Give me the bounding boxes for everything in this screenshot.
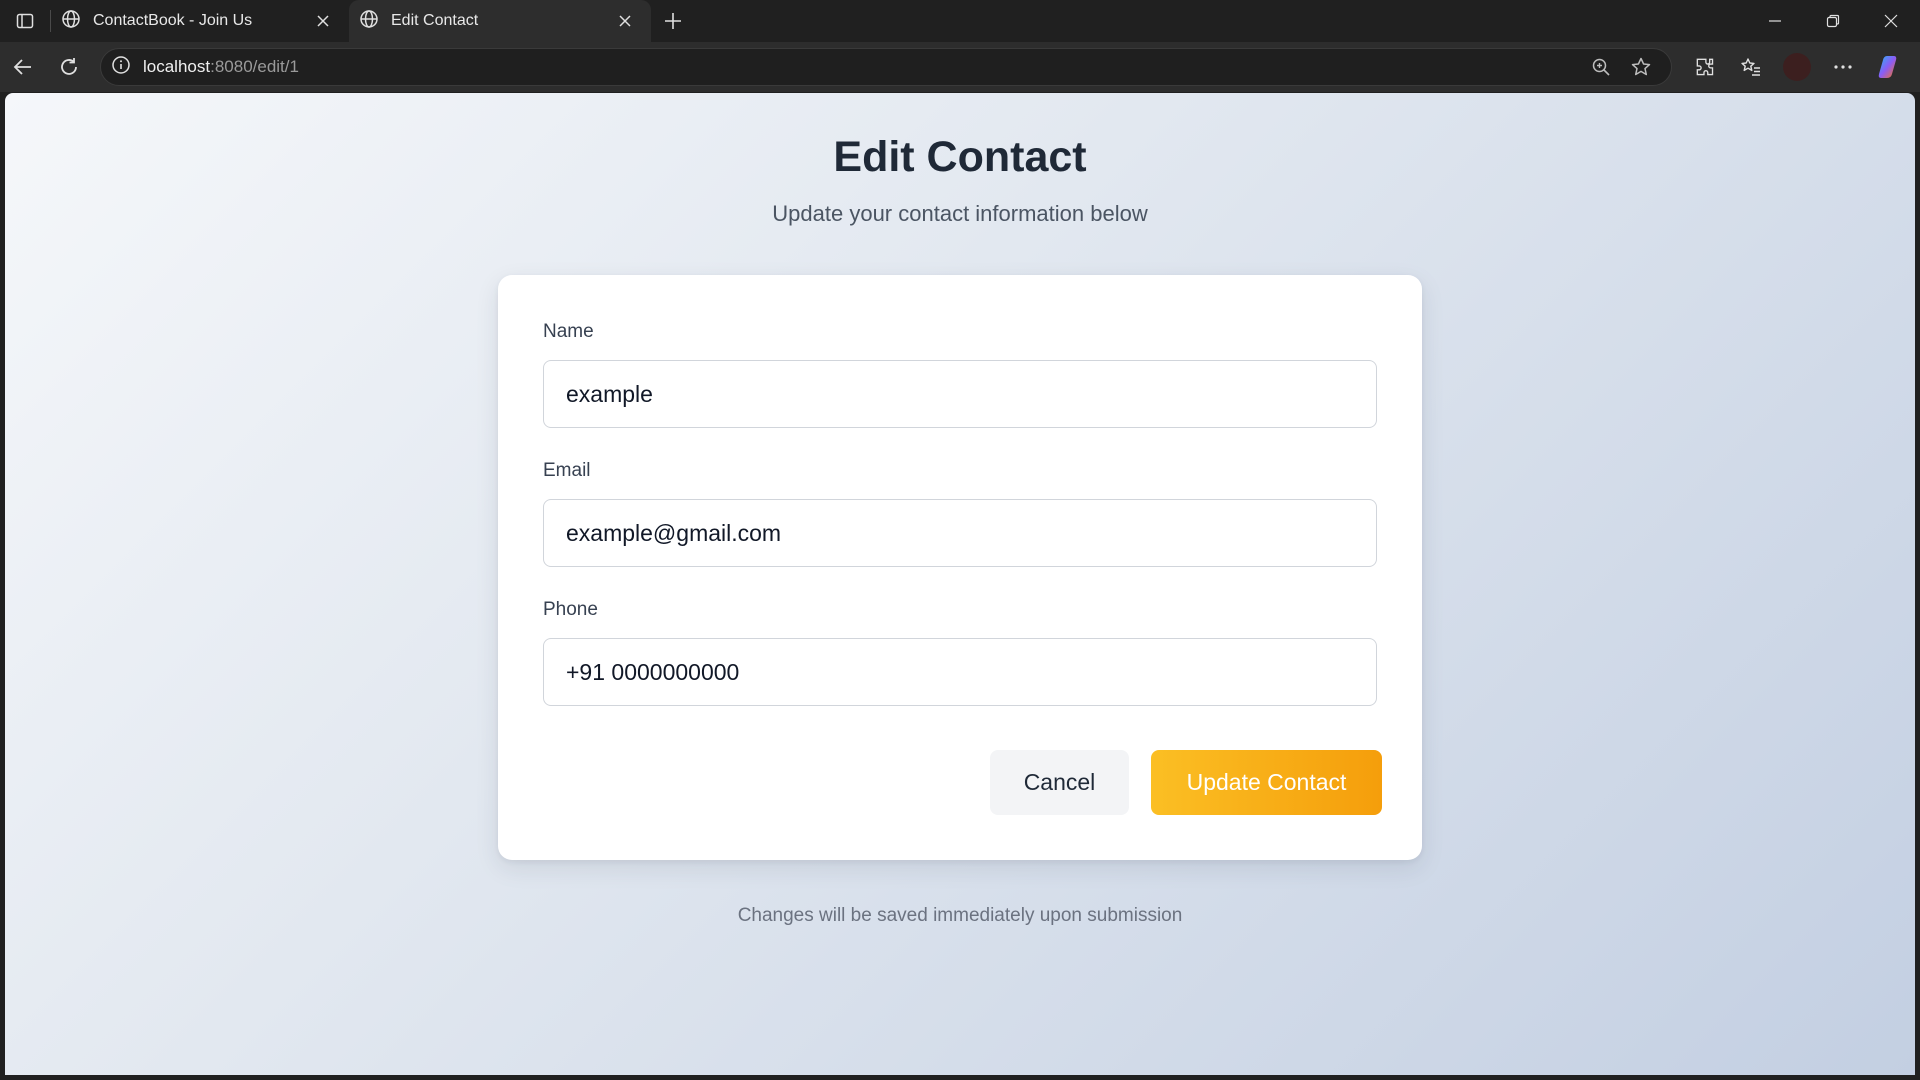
url-text: localhost:8080/edit/1 <box>143 57 1581 77</box>
page-title: Edit Contact <box>833 133 1087 181</box>
extensions-icon[interactable] <box>1682 47 1728 87</box>
phone-label: Phone <box>543 599 598 620</box>
profile-avatar[interactable] <box>1774 47 1820 87</box>
name-input[interactable] <box>543 360 1377 428</box>
favorite-star-icon[interactable] <box>1621 50 1661 84</box>
update-contact-button[interactable]: Update Contact <box>1151 750 1382 815</box>
page-viewport: Edit Contact Update your contact informa… <box>5 93 1915 1075</box>
address-bar[interactable]: localhost:8080/edit/1 <box>100 48 1672 86</box>
avatar <box>1783 53 1811 81</box>
tab-bar: ContactBook - Join Us Edit Contact <box>0 0 1920 42</box>
favorites-icon[interactable] <box>1728 47 1774 87</box>
new-tab-icon[interactable] <box>651 0 695 42</box>
tab-title: ContactBook - Join Us <box>93 12 253 29</box>
email-label: Email <box>543 460 591 481</box>
sidebar-toggle-icon[interactable] <box>0 0 50 42</box>
close-icon[interactable] <box>613 9 637 33</box>
close-icon[interactable] <box>311 9 335 33</box>
footer-note: Changes will be saved immediately upon s… <box>737 905 1183 926</box>
zoom-icon[interactable] <box>1581 50 1621 84</box>
back-icon[interactable] <box>0 47 46 87</box>
edit-contact-form: Name Email Phone Cancel Update Contact <box>498 275 1422 860</box>
name-label: Name <box>543 321 594 342</box>
more-options-icon[interactable] <box>1820 47 1866 87</box>
tab-contactbook[interactable]: ContactBook - Join Us <box>51 0 349 42</box>
restore-icon[interactable] <box>1804 0 1862 42</box>
window-close-icon[interactable] <box>1862 0 1920 42</box>
window-controls <box>1746 0 1920 42</box>
tab-edit-contact[interactable]: Edit Contact <box>349 0 651 42</box>
toolbar-right <box>1682 47 1912 87</box>
phone-input[interactable] <box>543 638 1377 706</box>
page-subtitle: Update your contact information below <box>772 201 1148 226</box>
copilot-icon[interactable] <box>1866 47 1912 87</box>
cancel-button[interactable]: Cancel <box>990 750 1129 815</box>
reload-icon[interactable] <box>46 47 92 87</box>
url-path: :8080/edit/1 <box>210 57 299 76</box>
globe-icon <box>359 9 379 34</box>
email-input[interactable] <box>543 499 1377 567</box>
globe-icon <box>61 9 81 34</box>
info-icon[interactable] <box>111 55 131 80</box>
tab-title: Edit Contact <box>391 12 479 29</box>
browser-toolbar: localhost:8080/edit/1 <box>0 42 1920 92</box>
minimize-icon[interactable] <box>1746 0 1804 42</box>
url-host: localhost <box>143 57 211 76</box>
